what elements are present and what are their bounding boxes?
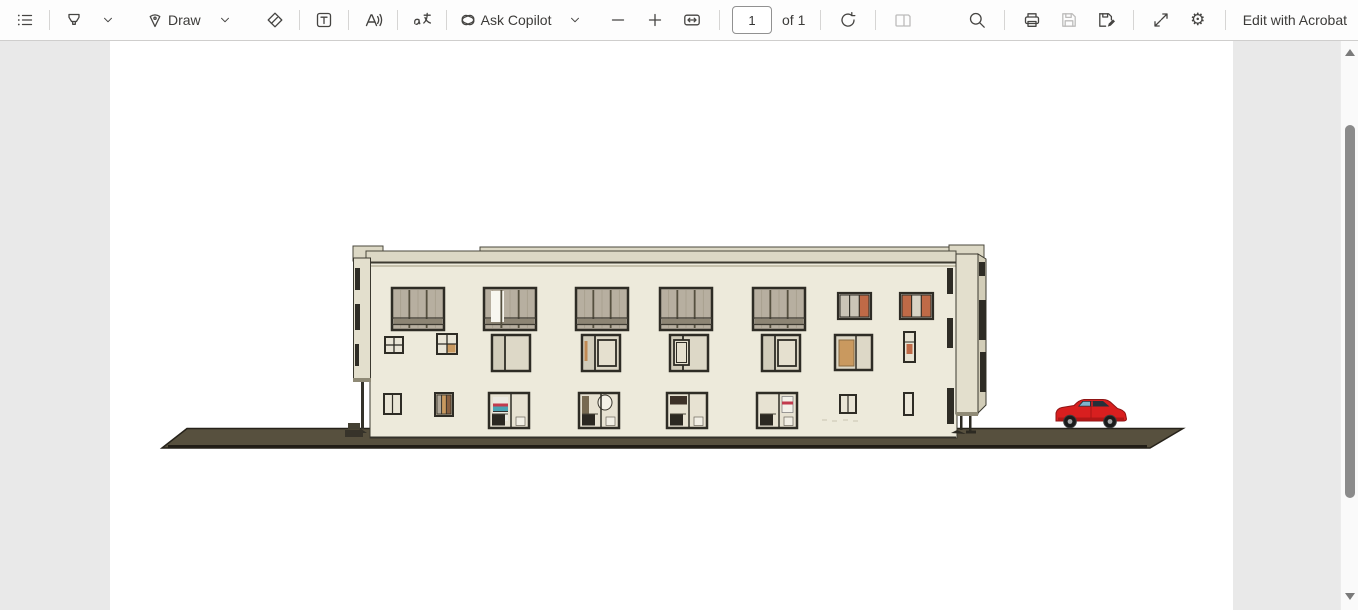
add-text-button[interactable] <box>309 5 339 35</box>
draw-button[interactable]: Draw <box>143 5 206 35</box>
rotate-button[interactable] <box>833 5 863 35</box>
window-interior <box>757 393 797 428</box>
window-small <box>437 334 457 354</box>
rotate-icon <box>838 10 858 30</box>
window-large <box>660 288 712 330</box>
print-icon <box>1022 10 1042 30</box>
fit-to-width-button[interactable] <box>677 5 707 35</box>
window-small <box>904 393 913 415</box>
table-of-contents-button[interactable] <box>10 5 40 35</box>
draw-dropdown[interactable] <box>210 5 240 35</box>
window-large <box>753 288 805 330</box>
window-medium <box>670 335 708 371</box>
toolbar-divider <box>1133 10 1134 30</box>
window-interior <box>579 393 619 428</box>
scroll-down-arrow[interactable] <box>1345 593 1355 600</box>
window-accent <box>900 293 933 319</box>
window-large <box>392 288 444 330</box>
save-as-button[interactable] <box>1091 5 1121 35</box>
fit-to-width-icon <box>682 10 702 30</box>
gear-icon: ⚙ <box>1190 12 1205 29</box>
chevron-down-icon <box>568 13 582 27</box>
table-of-contents-icon <box>15 10 35 30</box>
toolbar-divider <box>397 10 398 30</box>
highlight-button[interactable] <box>59 5 89 35</box>
save-button <box>1054 5 1084 35</box>
right-stair-tower <box>947 254 986 434</box>
read-aloud-button[interactable] <box>358 5 388 35</box>
settings-button[interactable]: ⚙ <box>1183 5 1213 35</box>
zoom-out-button[interactable] <box>603 5 633 35</box>
toolbar-divider <box>1225 10 1226 30</box>
pdf-toolbar: Draw <box>0 0 1358 41</box>
eraser-icon <box>265 10 285 30</box>
two-page-view-icon <box>893 10 913 30</box>
edit-with-acrobat-label: Edit with Acrobat <box>1240 12 1350 28</box>
elevation-drawing <box>0 41 1341 610</box>
fullscreen-button[interactable] <box>1146 5 1176 35</box>
window-small <box>840 395 856 413</box>
window-medium <box>492 335 530 371</box>
search-button[interactable] <box>962 5 992 35</box>
scroll-up-arrow[interactable] <box>1345 49 1355 56</box>
window-interior <box>667 393 707 428</box>
read-aloud-icon <box>363 10 383 30</box>
translate-button[interactable] <box>407 5 437 35</box>
window-small <box>385 337 403 353</box>
draw-pen-icon <box>145 10 165 30</box>
window-interior <box>489 393 529 428</box>
page-number-input[interactable] <box>732 6 772 34</box>
toolbar-divider <box>49 10 50 30</box>
toolbar-divider <box>820 10 821 30</box>
window-large <box>576 288 628 330</box>
window-small <box>384 394 401 414</box>
edit-with-acrobat-button[interactable]: Edit with Acrobat <box>1238 5 1352 35</box>
toolbar-divider <box>1004 10 1005 30</box>
zoom-in-button[interactable] <box>640 5 670 35</box>
highlighter-icon <box>64 10 84 30</box>
erase-button[interactable] <box>260 5 290 35</box>
ask-copilot-dropdown[interactable] <box>560 5 590 35</box>
chevron-down-icon <box>101 13 115 27</box>
window-small <box>435 393 453 416</box>
page-view-button <box>888 5 918 35</box>
toolbar-divider <box>299 10 300 30</box>
plus-icon <box>645 10 665 30</box>
copilot-icon <box>458 10 478 30</box>
ask-copilot-button[interactable]: Ask Copilot <box>456 5 557 35</box>
save-as-icon <box>1096 10 1116 30</box>
print-button[interactable] <box>1017 5 1047 35</box>
toolbar-divider <box>446 10 447 30</box>
window-medium <box>762 335 800 371</box>
vertical-scrollbar[interactable] <box>1340 41 1358 610</box>
search-icon <box>967 10 987 30</box>
fullscreen-icon <box>1151 10 1171 30</box>
scrollbar-thumb[interactable] <box>1345 125 1355 498</box>
minus-icon <box>608 10 628 30</box>
window-medium <box>582 335 620 371</box>
ask-copilot-label: Ask Copilot <box>478 12 555 28</box>
save-icon <box>1059 10 1079 30</box>
highlight-dropdown[interactable] <box>93 5 123 35</box>
window-large <box>484 288 536 330</box>
red-car <box>1056 400 1127 428</box>
translate-icon <box>412 10 432 30</box>
draw-label: Draw <box>165 12 204 28</box>
window-accent <box>838 293 871 319</box>
text-box-icon <box>314 10 334 30</box>
chevron-down-icon <box>218 13 232 27</box>
toolbar-divider <box>719 10 720 30</box>
page-count-label: of 1 <box>779 12 808 28</box>
toolbar-divider <box>875 10 876 30</box>
toolbar-divider <box>348 10 349 30</box>
left-bay <box>345 258 371 437</box>
